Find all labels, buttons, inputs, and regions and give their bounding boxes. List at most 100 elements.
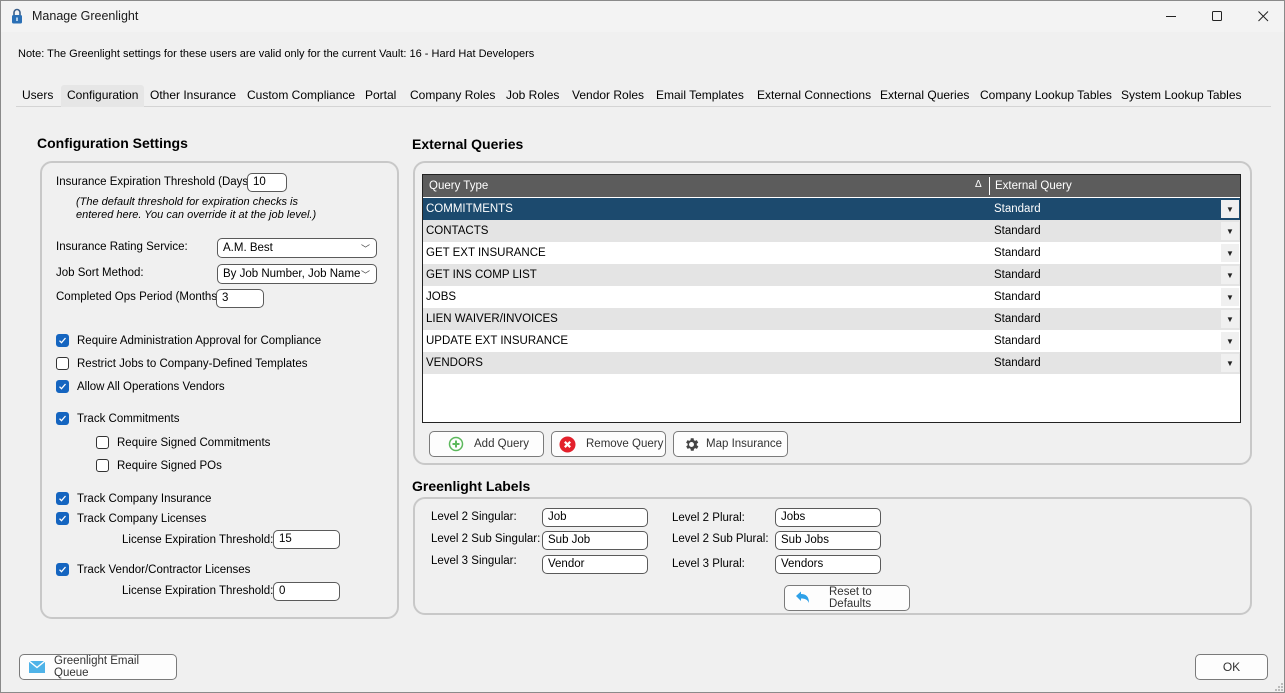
threshold-hint-line2: entered here. You can override it at the…: [76, 209, 317, 221]
lock-icon: [12, 8, 22, 24]
job-sort-label: Job Sort Method:: [56, 267, 144, 279]
table-row[interactable]: LIEN WAIVER/INVOICES Standard ▼: [423, 308, 1240, 330]
table-row[interactable]: GET INS COMP LIST Standard ▼: [423, 264, 1240, 286]
ok-label: OK: [1222, 660, 1241, 674]
tab-strip: Users Configuration Other Insurance Cust…: [16, 85, 1271, 107]
tab-external-connections[interactable]: External Connections: [751, 85, 877, 107]
require-signed-commitments-checkbox[interactable]: Require Signed Commitments: [96, 436, 270, 449]
table-row[interactable]: COMMITMENTS Standard ▼: [423, 198, 1240, 220]
completed-ops-input[interactable]: 3: [216, 289, 264, 308]
job-sort-value: By Job Number, Job Name: [223, 268, 361, 280]
external-query-cell[interactable]: Standard: [994, 269, 1041, 281]
tab-other-insurance[interactable]: Other Insurance: [144, 85, 242, 107]
tab-job-roles[interactable]: Job Roles: [500, 85, 565, 107]
level3-singular-input[interactable]: Vendor: [542, 555, 648, 574]
dropdown-arrow-icon[interactable]: ▼: [1221, 266, 1239, 284]
tab-system-lookup-tables[interactable]: System Lookup Tables: [1115, 85, 1248, 107]
external-query-cell[interactable]: Standard: [994, 225, 1041, 237]
tab-company-lookup-tables[interactable]: Company Lookup Tables: [974, 85, 1118, 107]
level2-sub-singular-label: Level 2 Sub Singular:: [431, 533, 541, 545]
chevron-down-icon: ﹀: [360, 270, 370, 280]
tab-custom-compliance[interactable]: Custom Compliance: [241, 85, 361, 107]
tab-portal[interactable]: Portal: [359, 85, 402, 107]
insurance-expiration-input[interactable]: 10: [247, 173, 287, 192]
checkbox-label: Track Company Insurance: [77, 492, 212, 505]
checkbox-icon: [96, 436, 109, 449]
restrict-jobs-checkbox[interactable]: Restrict Jobs to Company-Defined Templat…: [56, 357, 308, 370]
envelope-icon: [29, 661, 45, 673]
table-row[interactable]: GET EXT INSURANCE Standard ▼: [423, 242, 1240, 264]
minimize-icon: [1165, 16, 1176, 17]
tab-configuration[interactable]: Configuration: [61, 85, 145, 107]
remove-query-button[interactable]: Remove Query: [551, 431, 666, 457]
table-row[interactable]: JOBS Standard ▼: [423, 286, 1240, 308]
completed-ops-label: Completed Ops Period (Months):: [56, 291, 225, 303]
query-type-cell: GET EXT INSURANCE: [426, 247, 546, 259]
chevron-down-icon: ﹀: [360, 244, 370, 254]
greenlight-labels-title: Greenlight Labels: [412, 478, 531, 494]
external-query-cell[interactable]: Standard: [994, 313, 1041, 325]
email-queue-button[interactable]: Greenlight Email Queue: [19, 654, 177, 680]
close-button[interactable]: [1240, 1, 1285, 32]
query-type-cell: LIEN WAIVER/INVOICES: [426, 313, 558, 325]
external-query-cell[interactable]: Standard: [994, 291, 1041, 303]
insurance-expiration-label: Insurance Expiration Threshold (Days):: [56, 176, 256, 188]
checkbox-icon: [56, 334, 69, 347]
external-queries-title: External Queries: [412, 136, 524, 152]
sort-ascending-icon: Δ: [975, 179, 982, 190]
dropdown-arrow-icon[interactable]: ▼: [1221, 310, 1239, 328]
external-query-cell[interactable]: Standard: [994, 357, 1041, 369]
external-query-cell[interactable]: Standard: [994, 247, 1041, 259]
reset-to-defaults-button[interactable]: Reset to Defaults: [784, 585, 910, 611]
tab-vendor-roles[interactable]: Vendor Roles: [566, 85, 650, 107]
level2-plural-input[interactable]: Jobs: [775, 508, 881, 527]
track-company-licenses-checkbox[interactable]: Track Company Licenses: [56, 512, 206, 525]
tab-users[interactable]: Users: [16, 85, 59, 107]
tab-email-templates[interactable]: Email Templates: [650, 85, 750, 107]
map-insurance-button[interactable]: Map Insurance: [673, 431, 788, 457]
job-sort-select[interactable]: By Job Number, Job Name ﹀: [217, 264, 377, 284]
external-query-cell[interactable]: Standard: [994, 335, 1041, 347]
company-license-threshold-input[interactable]: 15: [273, 530, 340, 549]
threshold-hint-line1: (The default threshold for expiration ch…: [76, 196, 298, 208]
tab-external-queries[interactable]: External Queries: [874, 85, 975, 107]
external-query-cell[interactable]: Standard: [994, 203, 1041, 215]
require-signed-pos-checkbox[interactable]: Require Signed POs: [96, 459, 222, 472]
rating-service-select[interactable]: A.M. Best ﹀: [217, 238, 377, 258]
track-company-insurance-checkbox[interactable]: Track Company Insurance: [56, 492, 211, 505]
level2-sub-singular-input[interactable]: Sub Job: [542, 531, 648, 550]
column-header-external-query[interactable]: External Query: [995, 180, 1072, 192]
minimize-button[interactable]: [1148, 1, 1194, 32]
query-type-cell: JOBS: [426, 291, 457, 303]
checkbox-icon: [56, 380, 69, 393]
dropdown-arrow-icon[interactable]: ▼: [1221, 288, 1239, 306]
track-commitments-checkbox[interactable]: Track Commitments: [56, 412, 179, 425]
table-row[interactable]: VENDORS Standard ▼: [423, 352, 1240, 374]
dropdown-arrow-icon[interactable]: ▼: [1221, 332, 1239, 350]
add-query-button[interactable]: Add Query: [429, 431, 544, 457]
allow-all-ops-vendors-checkbox[interactable]: Allow All Operations Vendors: [56, 380, 225, 393]
track-vendor-licenses-checkbox[interactable]: Track Vendor/Contractor Licenses: [56, 563, 250, 576]
level2-singular-input[interactable]: Job: [542, 508, 648, 527]
external-queries-grid: Query Type Δ External Query COMMITMENTS S…: [422, 174, 1241, 423]
require-admin-approval-checkbox[interactable]: Require Administration Approval for Comp…: [56, 334, 321, 347]
rating-service-label: Insurance Rating Service:: [56, 241, 188, 253]
dropdown-arrow-icon[interactable]: ▼: [1221, 354, 1239, 372]
tab-company-roles[interactable]: Company Roles: [404, 85, 501, 107]
column-separator[interactable]: [989, 177, 990, 195]
maximize-button[interactable]: [1194, 1, 1240, 32]
ok-button[interactable]: OK: [1195, 654, 1268, 680]
dropdown-arrow-icon[interactable]: ▼: [1221, 222, 1239, 240]
dropdown-arrow-icon[interactable]: ▼: [1221, 200, 1239, 218]
vendor-license-threshold-input[interactable]: 0: [273, 582, 340, 601]
checkbox-label: Track Vendor/Contractor Licenses: [77, 563, 251, 576]
level3-plural-input[interactable]: Vendors: [775, 555, 881, 574]
checkbox-icon: [56, 512, 69, 525]
maximize-icon: [1211, 11, 1222, 21]
table-row[interactable]: UPDATE EXT INSURANCE Standard ▼: [423, 330, 1240, 352]
dropdown-arrow-icon[interactable]: ▼: [1221, 244, 1239, 262]
table-row[interactable]: CONTACTS Standard ▼: [423, 220, 1240, 242]
level2-sub-plural-input[interactable]: Sub Jobs: [775, 531, 881, 550]
column-header-query-type[interactable]: Query Type: [429, 180, 488, 192]
resize-grip-icon[interactable]: [1275, 683, 1284, 692]
